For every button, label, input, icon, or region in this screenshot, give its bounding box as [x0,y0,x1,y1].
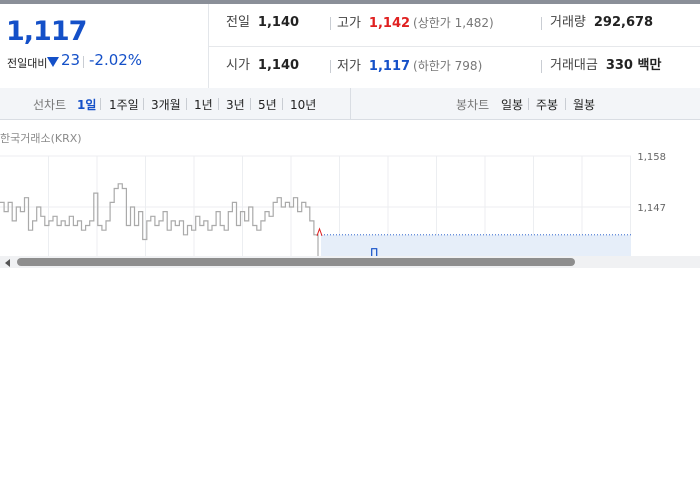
cell-separator [541,17,542,30]
change-label: 전일대비 [7,57,48,70]
down-triangle-icon [47,57,59,67]
tab-1-year[interactable]: 1년 [194,96,213,113]
tab-5-year[interactable]: 5년 [258,96,277,113]
data-source: 한국거래소(KRX) [0,132,82,145]
price-summary: 1,117 전일대비 23 -2.02% [0,4,209,88]
tab-monthly-candle[interactable]: 월봉 [573,96,595,113]
open-cell: 시가 1,140 [226,56,299,76]
current-price: 1,117 [6,16,87,47]
y-tick-label: 1,158 [637,152,666,163]
change-percent: -2.02% [89,51,143,69]
high-cell: 고가 1,142 (상한가 1,482) [337,13,494,33]
volume-cell: 거래량 292,678 [550,13,653,33]
cell-separator [330,60,331,73]
high-value: 1,142 [368,16,411,31]
tab-3-month[interactable]: 3개월 [151,96,181,113]
line-chart-heading: 선차트 [33,98,67,112]
open-value: 1,140 [257,58,300,73]
volume-label: 거래량 [550,15,586,30]
open-label: 시가 [226,58,250,73]
y-tick-label: 1,147 [637,203,666,214]
tab-separator [218,98,219,110]
grid-divider [209,46,700,47]
change-amount: 23 [61,51,81,69]
chart-scrollbar[interactable] [0,256,700,268]
trade-value-label: 거래대금 [550,58,598,73]
tab-separator [250,98,251,110]
tab-3-year[interactable]: 3년 [226,96,245,113]
low-cell: 저가 1,117 (하한가 798) [337,56,482,76]
change-separator [83,56,84,68]
chart-period-tabs: 선차트 1일 1주일 3개월 1년 3년 5년 10년 봉차트 일봉 주봉 월봉 [0,88,700,120]
tab-10-year[interactable]: 10년 [290,96,316,113]
high-label: 고가 [337,16,361,31]
high-marker [316,227,323,236]
prev-close-cell: 전일 1,140 [226,13,299,33]
trade-value-value: 330 백만 [605,58,662,73]
tab-separator [100,98,101,110]
tab-separator [565,98,566,110]
lower-limit: (하한가 798) [413,59,483,73]
price-line-series-1 [0,183,319,256]
volume-value: 292,678 [593,15,654,30]
low-label: 저가 [337,59,361,74]
prev-close-value: 1,140 [257,15,300,30]
tab-1-day[interactable]: 1일 [77,96,96,113]
cell-separator [541,60,542,73]
candle-chart-heading: 봉차트 [456,98,490,112]
prev-close-label: 전일 [226,15,250,30]
cell-separator [330,17,331,30]
below-reference-area [321,234,631,256]
tab-1-week[interactable]: 1주일 [109,96,139,113]
tab-separator [282,98,283,110]
quote-panel: 1,117 전일대비 23 -2.02% 전일 1,140 고가 1,142 (상한가… [0,4,700,89]
quote-grid: 전일 1,140 고가 1,142 (상한가 1,482) 거래량 292,678 시가… [209,4,700,88]
tab-weekly-candle[interactable]: 주봉 [536,96,558,113]
tab-separator [528,98,529,110]
low-value: 1,117 [368,59,411,74]
left-arrow-icon[interactable] [5,259,10,267]
scrollbar-thumb[interactable] [17,258,575,266]
tab-separator [143,98,144,110]
tab-daily-candle[interactable]: 일봉 [501,96,523,113]
intraday-price-chart: 1,1581,1471,135 [0,152,666,256]
tab-group-divider [350,88,351,119]
trade-value-cell: 거래대금 330 백만 [550,56,661,76]
tab-separator [186,98,187,110]
upper-limit: (상한가 1,482) [413,16,494,30]
